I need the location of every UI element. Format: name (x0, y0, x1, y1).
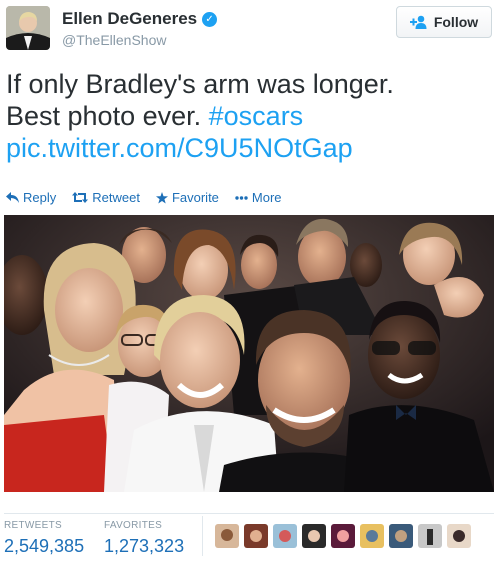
display-name-text[interactable]: Ellen DeGeneres (62, 9, 197, 29)
favoriter-avatar[interactable] (389, 524, 413, 548)
favoriter-avatar[interactable] (273, 524, 297, 548)
favoriters-avatars (202, 516, 494, 556)
favorite-button[interactable]: Favorite (155, 190, 219, 205)
favoriter-avatar[interactable] (302, 524, 326, 548)
follow-button[interactable]: Follow (396, 6, 492, 38)
favorites-count[interactable]: 1,273,323 (104, 536, 184, 557)
favorite-label: Favorite (171, 190, 219, 205)
tweet-actions: Reply Retweet Favorite More (6, 190, 282, 205)
photo-link[interactable]: pic.twitter.com/C9U5NOtGap (6, 133, 353, 163)
retweets-count[interactable]: 2,549,385 (4, 536, 84, 557)
retweet-icon (72, 192, 89, 203)
favoriter-avatar[interactable] (244, 524, 268, 548)
add-user-icon (409, 15, 428, 29)
more-button[interactable]: More (235, 190, 282, 205)
retweet-label: Retweet (92, 190, 140, 205)
favoriter-avatar[interactable] (418, 524, 442, 548)
follow-label: Follow (433, 14, 479, 30)
tweet-text: If only Bradley's arm was longer. Best p… (6, 68, 492, 164)
more-label: More (251, 190, 282, 205)
hashtag-link[interactable]: #oscars (209, 101, 304, 131)
display-name[interactable]: Ellen DeGeneres ✓ (62, 9, 218, 29)
more-icon (235, 195, 248, 200)
reply-icon (6, 192, 19, 203)
tweet-line-2: Best photo ever. (6, 101, 209, 131)
retweet-button[interactable]: Retweet (72, 190, 140, 205)
profile-avatar[interactable] (6, 6, 50, 50)
favoriter-avatar[interactable] (360, 524, 384, 548)
reply-button[interactable]: Reply (6, 190, 56, 205)
retweets-label: RETWEETS (4, 520, 62, 531)
stats-divider (4, 513, 494, 514)
tweet-photo[interactable] (4, 215, 494, 492)
favoriter-avatar[interactable] (331, 524, 355, 548)
star-icon (155, 191, 168, 204)
favoriter-avatar[interactable] (447, 524, 471, 548)
user-handle[interactable]: @TheEllenShow (62, 32, 167, 48)
favorites-label: FAVORITES (104, 520, 163, 531)
tweet-line-1: If only Bradley's arm was longer. (6, 69, 394, 99)
reply-label: Reply (23, 190, 57, 205)
favoriter-avatar[interactable] (215, 524, 239, 548)
verified-badge-icon: ✓ (202, 11, 218, 27)
